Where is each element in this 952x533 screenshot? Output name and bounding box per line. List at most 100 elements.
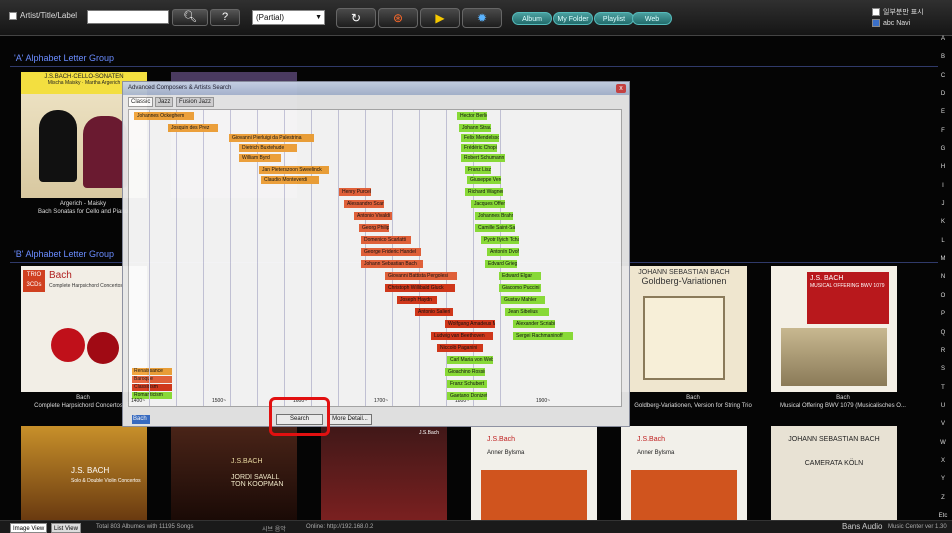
composer-bar[interactable]: Giacomo Puccini [499,284,541,292]
alphabet-link[interactable]: Q [941,330,946,336]
alphabet-link[interactable]: C [941,73,945,79]
composer-bar[interactable]: Giovanni Pierluigi da Palestrina [229,134,314,142]
alphabet-link[interactable]: X [941,458,945,464]
album-cover[interactable]: J.S.Bach Anner Bylsma [471,426,597,520]
alphabet-link[interactable]: T [941,385,945,391]
settings-button[interactable]: ✹ [462,8,502,28]
composer-bar[interactable]: Johannes Ockeghem [134,112,194,120]
composer-bar[interactable]: George Frideric Handel [361,248,421,256]
alphabet-link[interactable]: Etc [939,513,948,519]
composer-bar[interactable]: Henry Purcell [339,188,371,196]
album-cover[interactable]: JOHANN SEBASTIAN BACH CAMERATA KÖLN [771,426,897,520]
tab-list-view[interactable]: List View [51,523,81,533]
composer-bar[interactable]: Dietrich Buxtehude [239,144,297,152]
composer-bar[interactable]: Robert Schumann [461,154,505,162]
album-button[interactable]: Album [512,12,552,25]
composer-bar[interactable]: Domenico Scarlatti [361,236,411,244]
composer-bar[interactable]: Carl Maria von Weber [447,356,493,364]
album-cover[interactable]: J.S.Bach [321,426,447,520]
composer-bar[interactable]: Edvard Grieg [485,260,517,268]
alphabet-link[interactable]: B [941,54,945,60]
alphabet-link[interactable]: P [941,311,945,317]
close-icon[interactable]: x [616,84,626,93]
alphabet-link[interactable]: I [942,183,944,189]
composer-bar[interactable]: Jan Pieterszoon Sweelinck [259,166,329,174]
composer-bar[interactable]: Niccolò Paganini [437,344,483,352]
alphabet-link[interactable]: S [941,366,945,372]
composer-bar[interactable]: Alexander Scriabin [513,320,555,328]
composer-bar[interactable]: Johann Strauss I [459,124,491,132]
composer-bar[interactable]: Giuseppe Verdi [467,176,501,184]
alphabet-link[interactable]: O [941,293,946,299]
alphabet-link[interactable]: Y [941,476,945,482]
more-detail-button[interactable]: More Detail... [328,414,372,425]
composer-bar[interactable]: Antonín Dvořák [487,248,519,256]
composer-bar[interactable]: Joseph Haydn [397,296,437,304]
composer-bar[interactable]: Franz Liszt [465,166,491,174]
alphabet-link[interactable]: U [941,403,945,409]
composer-bar[interactable]: Giovanni Battista Pergolesi [385,272,457,280]
composer-bar[interactable]: Sergei Rachmaninoff [513,332,573,340]
composer-bar[interactable]: Hector Berlioz [457,112,487,120]
alphabet-link[interactable]: K [941,219,945,225]
search-button[interactable]: 🔍︎ [172,9,208,26]
alphabet-link[interactable]: Z [941,495,945,501]
alphabet-link[interactable]: E [941,109,945,115]
tab-classic[interactable]: Classic [128,97,154,107]
composer-bar[interactable]: Pyotr Ilyich Tchaikovsky [481,236,519,244]
album-cover[interactable]: J.S.BACH JORDI SAVALL TON KOOPMAN [171,426,297,520]
composer-bar[interactable]: Johannes Brahms [475,212,513,220]
composer-bar[interactable]: Ludwig van Beethoven [431,332,493,340]
composer-bar[interactable]: Gioachino Rossini [445,368,485,376]
composer-bar[interactable]: Antonio Salieri [415,308,453,316]
composer-bar[interactable]: Franz Schubert [447,380,487,388]
composer-bar[interactable]: Johann Sebastian Bach [361,260,423,268]
random-button[interactable]: ⊛ [378,8,418,28]
composer-bar[interactable]: Gaetano Donizetti [447,392,487,400]
album-cover[interactable]: J.S. BACH Solo & Double Violin Concertos [21,426,147,520]
alphabet-link[interactable]: G [941,146,946,152]
help-button[interactable]: ? [210,9,240,26]
my-folder-button[interactable]: My Folder [553,12,593,25]
album-cover[interactable]: J.S. BACH MUSICAL OFFERING BWV 1079 [771,266,897,392]
alphabet-link[interactable]: W [940,440,946,446]
playlist-button[interactable]: Playlist [594,12,634,25]
album-cover[interactable]: J.S.Bach Anner Bylsma [621,426,747,520]
checkbox-box[interactable] [872,8,880,16]
tab-image-view[interactable]: Image View [10,523,48,533]
selected-composer-field[interactable]: Bach [132,415,150,424]
tab-fusion-jazz[interactable]: Fusion Jazz [176,97,215,107]
composer-bar[interactable]: Josquin des Prez [168,124,218,132]
composer-bar[interactable]: Georg Philipp [359,224,389,232]
composer-bar[interactable]: Camille Saint-Saëns [475,224,515,232]
composer-bar[interactable]: Gustav Mahler [501,296,545,304]
composer-bar[interactable]: Antonio Vivaldi [354,212,392,220]
alphabet-link[interactable]: F [941,128,945,134]
checkbox-box[interactable] [872,19,880,27]
composer-bar[interactable]: Jean Sibelius [505,308,549,316]
artist-title-label-checkbox[interactable]: Artist/Title/Label [9,11,77,20]
composer-bar[interactable]: William Byrd [239,154,281,162]
alphabet-link[interactable]: A [941,36,945,42]
album-cover[interactable]: JOHANN SEBASTIAN BACH Goldberg-Variation… [621,266,747,392]
alphabet-link[interactable]: D [941,91,945,97]
composer-bar[interactable]: Wolfgang Amadeus Mozart [445,320,495,328]
play-button[interactable]: ▶ [420,8,460,28]
composer-bar[interactable]: Claudio Monteverdi [261,176,319,184]
composer-bar[interactable]: Christoph Willibald Gluck [385,284,455,292]
checkbox-box[interactable] [9,11,17,20]
composer-bar[interactable]: Felix Mendelssohn [461,134,499,142]
alphabet-link[interactable]: H [941,164,945,170]
match-mode-select[interactable]: (Partial) ▼ [252,10,325,25]
alphabet-link[interactable]: J [942,201,945,207]
composer-bar[interactable]: Edward Elgar [499,272,541,280]
alphabet-link[interactable]: N [941,274,945,280]
refresh-button[interactable]: ↻ [336,8,376,28]
alphabet-link[interactable]: M [941,256,946,262]
composer-bar[interactable]: Frédéric Chopin [461,144,497,152]
alphabet-link[interactable]: V [941,421,945,427]
abc-navi-option[interactable]: abc Navi [872,19,910,27]
tab-jazz[interactable]: Jazz [155,97,174,107]
search-input[interactable] [87,10,169,24]
composer-bar[interactable]: Alessandro Scarlatti [344,200,384,208]
